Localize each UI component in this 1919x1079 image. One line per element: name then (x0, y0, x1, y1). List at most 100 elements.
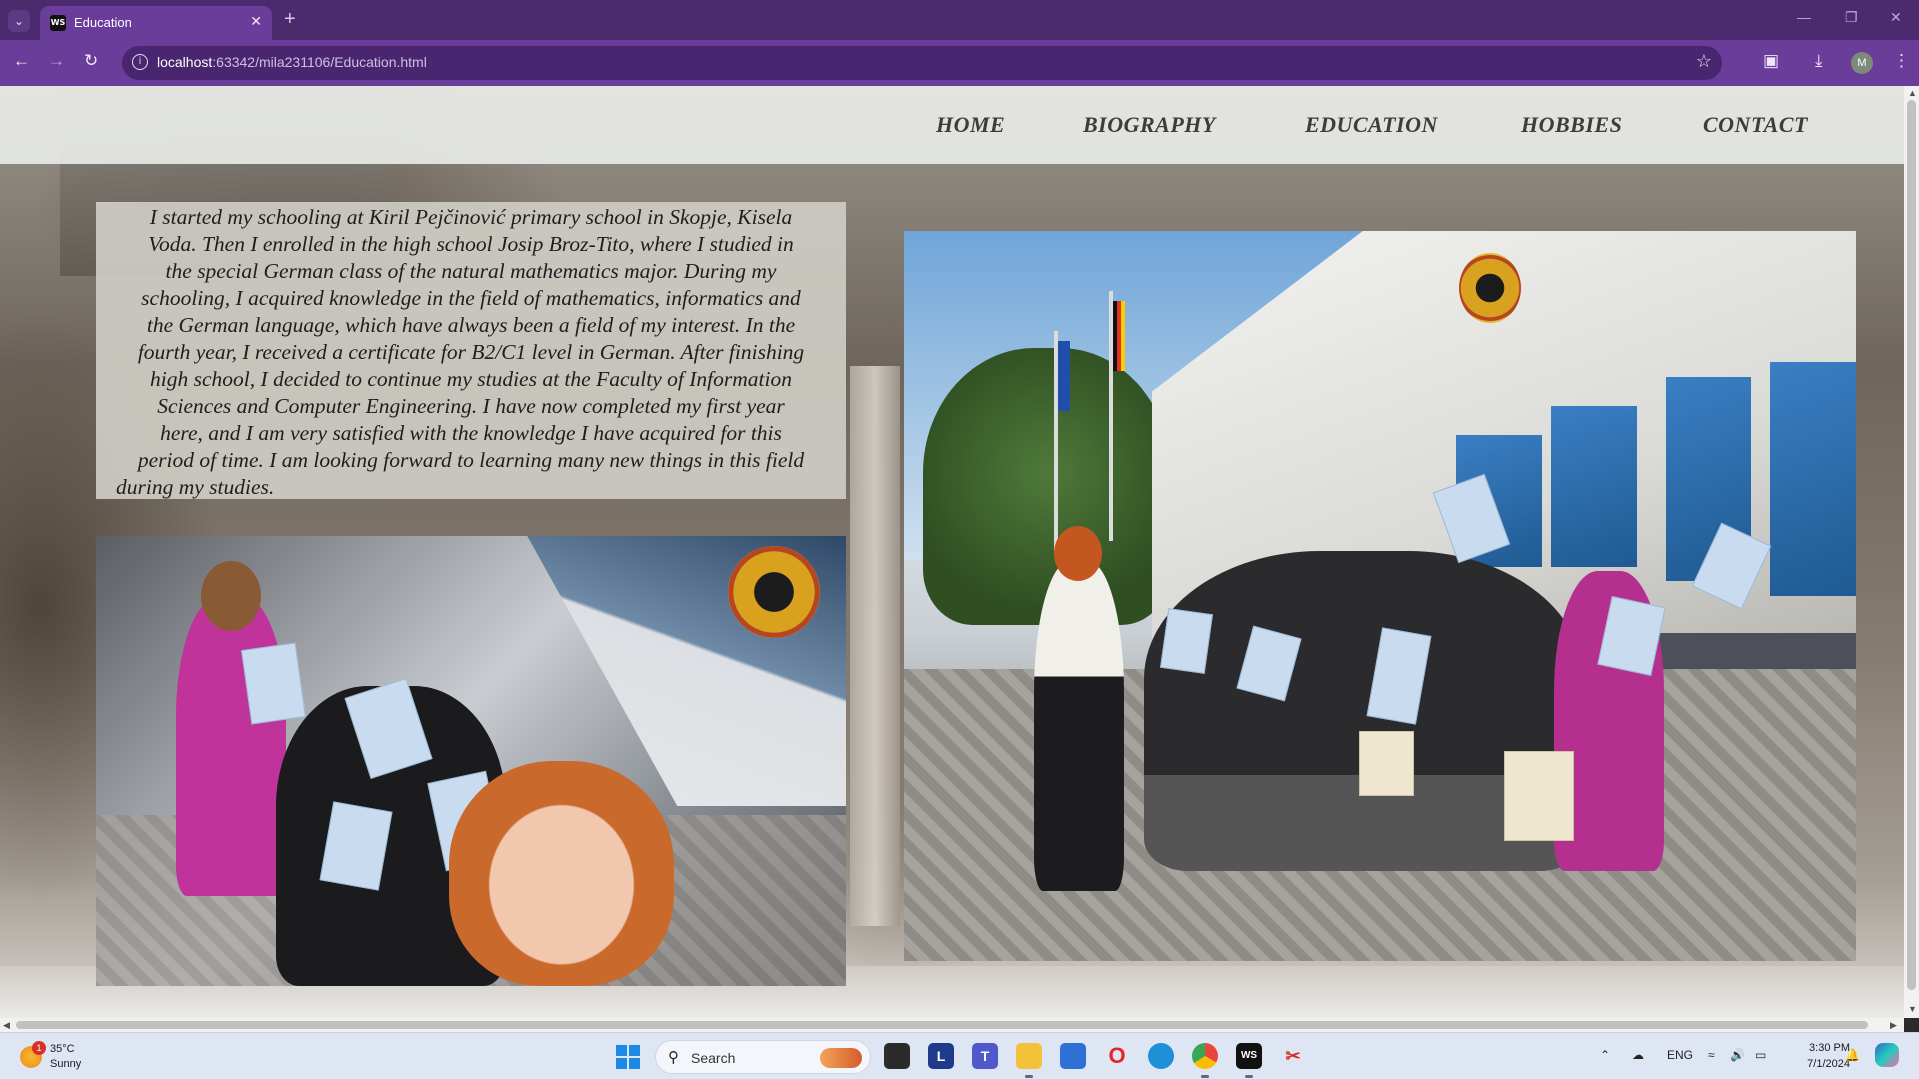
start-tile (616, 1058, 627, 1069)
volume-icon[interactable]: 🔊 (1730, 1048, 1745, 1062)
horizontal-scroll-thumb[interactable] (16, 1021, 1868, 1029)
url-path: :63342/mila231106/Education.html (212, 54, 427, 70)
download-icon[interactable]: ⤓ (1815, 51, 1823, 71)
microsoft-store-icon[interactable] (1060, 1043, 1086, 1069)
edge-icon[interactable] (1148, 1043, 1174, 1069)
photo-certificate (1160, 608, 1213, 674)
windows-taskbar: 1 35°C Sunny ⚲ Search L T O WS ✂ ⌃ ☁ ENG… (0, 1032, 1919, 1079)
notification-bell-icon[interactable]: 🔔 (1845, 1048, 1860, 1062)
reload-icon[interactable]: ↻ (84, 51, 98, 71)
graduation-group-photo (904, 231, 1856, 961)
tab-search-chevron-icon[interactable]: ⌄ (8, 10, 30, 32)
paragraph-line: schooling, I acquired knowledge in the f… (141, 286, 801, 310)
photo-embassy-emblem (728, 546, 820, 638)
photo-person (176, 596, 286, 896)
scroll-down-arrow-icon[interactable]: ▼ (1908, 1004, 1917, 1014)
horizontal-scrollbar[interactable]: ◀ ▶ (0, 1018, 1904, 1032)
address-bar[interactable]: i localhost:63342/mila231106/Education.h… (122, 46, 1722, 80)
clock-time[interactable]: 3:30 PM (1790, 1042, 1850, 1054)
new-tab-plus-icon[interactable]: + (284, 8, 296, 31)
extensions-puzzle-icon[interactable]: ▣ (1763, 51, 1779, 71)
snipping-tool-icon[interactable]: ✂ (1280, 1043, 1306, 1069)
windows-start-icon[interactable] (616, 1045, 640, 1069)
photo-flag-eu (1058, 341, 1070, 411)
paragraph-line: high school, I decided to continue my st… (150, 367, 792, 391)
page-viewport: HOME BIOGRAPHY EDUCATION HOBBIES CONTACT… (0, 86, 1904, 1018)
running-indicator (1201, 1075, 1209, 1078)
url-text[interactable]: localhost:63342/mila231106/Education.htm… (157, 54, 427, 70)
photo-smiling-face (448, 761, 674, 986)
weather-temperature: 35°C (50, 1043, 75, 1055)
back-arrow-icon[interactable]: ← (13, 51, 30, 71)
clock-date[interactable]: 7/1/2024 (1790, 1058, 1850, 1070)
copilot-icon[interactable] (1875, 1043, 1899, 1067)
nav-biography[interactable]: BIOGRAPHY (1083, 112, 1216, 138)
vertical-scrollbar[interactable]: ▲ ▼ (1904, 86, 1919, 1018)
onedrive-cloud-icon[interactable]: ☁ (1632, 1048, 1644, 1062)
chrome-icon[interactable] (1192, 1043, 1218, 1069)
photo-certificate (241, 642, 306, 725)
browser-tab-bar: ⌄ WS Education ✕ + — ❐ ✕ (0, 0, 1919, 40)
photo-person-head (1054, 526, 1102, 581)
photo-window (1551, 406, 1638, 567)
group-selfie-photo (96, 536, 846, 986)
minimize-icon[interactable]: — (1797, 9, 1811, 25)
taskbar-search[interactable]: ⚲ Search (655, 1040, 871, 1074)
tray-overflow-chevron-icon[interactable]: ⌃ (1600, 1048, 1610, 1062)
paragraph-line: period of time. I am looking forward to … (137, 448, 805, 472)
restore-icon[interactable]: ❐ (1845, 9, 1858, 26)
wifi-icon[interactable]: ≈ (1708, 1048, 1715, 1062)
nav-hobbies[interactable]: HOBBIES (1521, 112, 1622, 138)
more-menu-icon[interactable]: ⋮ (1893, 51, 1910, 71)
search-icon: ⚲ (668, 1048, 679, 1066)
lenovo-vantage-icon[interactable]: L (928, 1043, 954, 1069)
site-navbar: HOME BIOGRAPHY EDUCATION HOBBIES CONTACT (0, 86, 1904, 164)
scroll-up-arrow-icon[interactable]: ▲ (1908, 88, 1917, 98)
start-tile (629, 1058, 640, 1069)
background-column (850, 366, 900, 926)
url-host: localhost (157, 54, 213, 70)
nav-home[interactable]: HOME (936, 112, 1005, 138)
scroll-right-arrow-icon[interactable]: ▶ (1890, 1020, 1897, 1031)
bookmark-star-icon[interactable]: ☆ (1696, 51, 1712, 72)
tab-close-icon[interactable]: ✕ (250, 13, 262, 30)
opera-icon[interactable]: O (1104, 1043, 1130, 1069)
task-view-icon[interactable] (884, 1043, 910, 1069)
battery-icon[interactable]: ▭ (1755, 1048, 1766, 1062)
photo-person (1034, 561, 1124, 891)
tab-title: Education (74, 15, 132, 30)
webstorm-icon[interactable]: WS (1236, 1043, 1262, 1069)
paragraph-line: the German language, which have always b… (146, 313, 796, 337)
photo-embassy-emblem (1459, 253, 1521, 323)
running-indicator (1245, 1075, 1253, 1078)
teams-icon[interactable]: T (972, 1043, 998, 1069)
start-tile (629, 1045, 640, 1056)
education-text-box: I started my schooling at Kiril Pejčinov… (96, 202, 846, 499)
tab-education[interactable]: WS Education ✕ (40, 6, 272, 40)
photo-window (1770, 362, 1856, 596)
paragraph-line: the special German class of the natural … (165, 259, 777, 283)
window-close-icon[interactable]: ✕ (1890, 9, 1902, 26)
nav-education[interactable]: EDUCATION (1305, 112, 1438, 138)
file-explorer-icon[interactable] (1016, 1043, 1042, 1069)
profile-avatar[interactable]: M (1851, 52, 1873, 74)
photo-tree (923, 347, 1171, 626)
tray-language[interactable]: ENG (1667, 1048, 1693, 1062)
webstorm-favicon-icon: WS (50, 15, 66, 31)
nav-contact[interactable]: CONTACT (1703, 112, 1808, 138)
paragraph-line: Sciences and Computer Engineering. I hav… (157, 394, 785, 418)
start-tile (616, 1045, 627, 1056)
paragraph-line: during my studies. (116, 475, 275, 499)
search-placeholder: Search (691, 1050, 736, 1066)
weather-condition: Sunny (50, 1058, 82, 1070)
forward-arrow-icon[interactable]: → (48, 51, 65, 71)
browser-toolbar: ← → ↻ i localhost:63342/mila231106/Educa… (0, 40, 1919, 86)
education-paragraph: I started my schooling at Kiril Pejčinov… (98, 204, 844, 501)
search-highlight-icon (820, 1048, 862, 1068)
site-info-icon[interactable]: i (132, 54, 148, 70)
weather-notification-badge: 1 (32, 1041, 46, 1055)
running-indicator (1025, 1075, 1033, 1078)
paragraph-line: Voda. Then I enrolled in the high school… (148, 232, 794, 256)
vertical-scroll-thumb[interactable] (1907, 100, 1916, 990)
scroll-left-arrow-icon[interactable]: ◀ (3, 1020, 10, 1031)
